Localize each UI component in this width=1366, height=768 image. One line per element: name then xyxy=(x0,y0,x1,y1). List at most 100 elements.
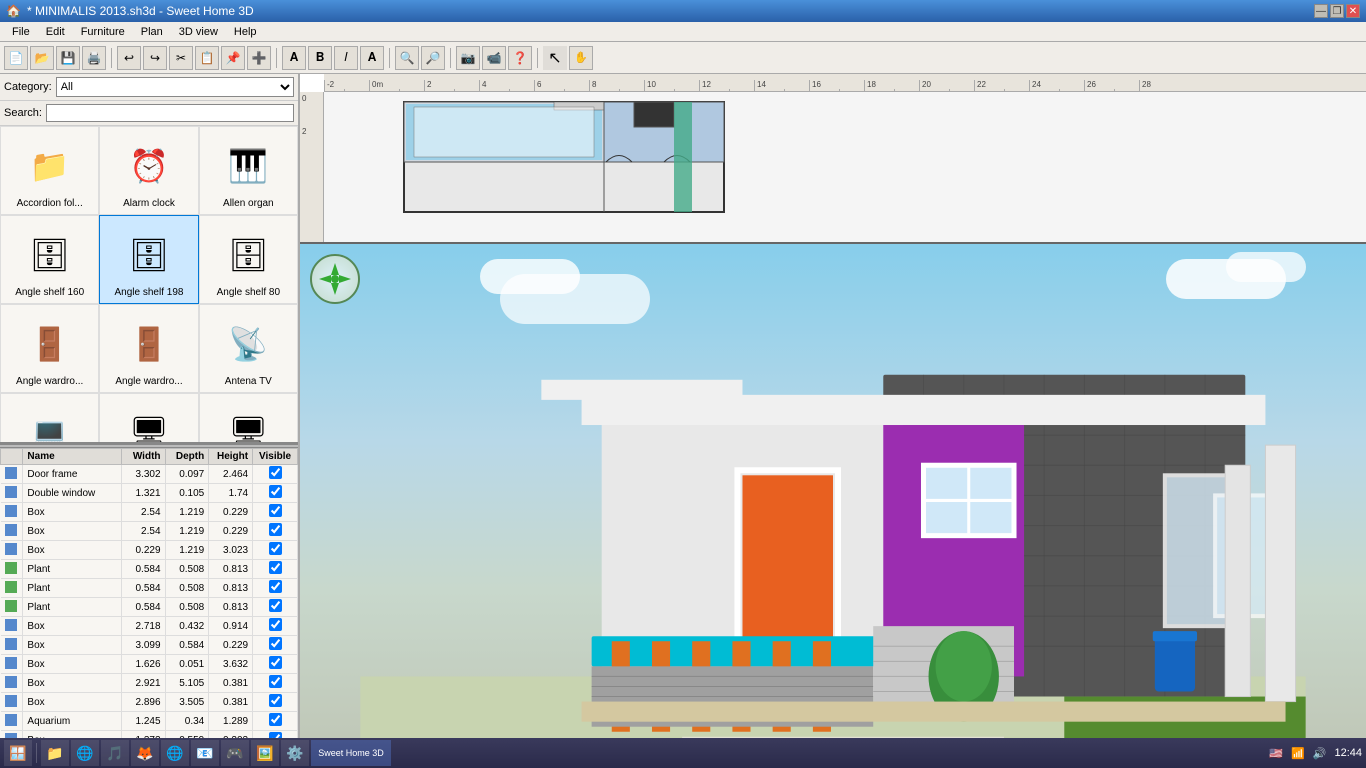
taskbar-sh3d[interactable]: Sweet Home 3D xyxy=(311,740,391,766)
table-row[interactable]: Box 3.099 0.584 0.229 xyxy=(1,636,298,655)
furniture-item[interactable]: 🗄Angle shelf 80 xyxy=(199,215,298,304)
zoom-out-button[interactable]: 🔎 xyxy=(421,46,445,70)
taskbar-media[interactable]: 🎵 xyxy=(101,740,129,766)
row-visible[interactable] xyxy=(253,579,298,598)
taskbar-game[interactable]: 🎮 xyxy=(221,740,249,766)
visibility-checkbox[interactable] xyxy=(269,485,282,498)
visibility-checkbox[interactable] xyxy=(269,504,282,517)
undo-button[interactable]: ↩ xyxy=(117,46,141,70)
table-row[interactable]: Plant 0.584 0.508 0.813 xyxy=(1,579,298,598)
taskbar-firefox[interactable]: 🦊 xyxy=(131,740,159,766)
minimize-button[interactable]: — xyxy=(1314,4,1328,18)
text-i[interactable]: 𝐼 xyxy=(334,46,358,70)
text-size[interactable]: 𝐀 xyxy=(360,46,384,70)
taskbar-settings[interactable]: ⚙️ xyxy=(281,740,309,766)
table-row[interactable]: Box 1.372 0.559 0.203 xyxy=(1,731,298,739)
table-row[interactable]: Box 1.626 0.051 3.632 xyxy=(1,655,298,674)
search-input[interactable] xyxy=(46,104,294,122)
help-button[interactable]: ❓ xyxy=(508,46,532,70)
taskbar-start[interactable]: 🪟 xyxy=(4,740,32,766)
furniture-item[interactable]: 💻Apple iBook xyxy=(0,393,99,442)
row-visible[interactable] xyxy=(253,712,298,731)
table-row[interactable]: Box 2.896 3.505 0.381 xyxy=(1,693,298,712)
row-visible[interactable] xyxy=(253,598,298,617)
plan-svg[interactable] xyxy=(324,92,1366,242)
visibility-checkbox[interactable] xyxy=(269,694,282,707)
furniture-item[interactable]: 🖥Apple iMac 19... xyxy=(99,393,198,442)
row-visible[interactable] xyxy=(253,522,298,541)
row-visible[interactable] xyxy=(253,484,298,503)
camera-button[interactable]: 📷 xyxy=(456,46,480,70)
row-visible[interactable] xyxy=(253,503,298,522)
table-row[interactable]: Plant 0.584 0.508 0.813 xyxy=(1,598,298,617)
row-visible[interactable] xyxy=(253,560,298,579)
plan-canvas[interactable] xyxy=(324,92,1366,242)
taskbar-image[interactable]: 🖼️ xyxy=(251,740,279,766)
furniture-item[interactable]: 🚪Angle wardro... xyxy=(0,304,99,393)
taskbar-email[interactable]: 📧 xyxy=(191,740,219,766)
table-row[interactable]: Box 2.921 5.105 0.381 xyxy=(1,674,298,693)
floor-plan[interactable]: -2 0m 2 4 6 8 10 12 14 16 18 xyxy=(300,74,1366,244)
taskbar-explorer[interactable]: 📁 xyxy=(41,740,69,766)
add-button[interactable]: ➕ xyxy=(247,46,271,70)
furniture-item[interactable]: 🎹Allen organ xyxy=(199,126,298,215)
visibility-checkbox[interactable] xyxy=(269,580,282,593)
visibility-checkbox[interactable] xyxy=(269,542,282,555)
table-row[interactable]: Aquarium 1.245 0.34 1.289 xyxy=(1,712,298,731)
cut-button[interactable]: ✂ xyxy=(169,46,193,70)
furniture-item[interactable]: 🗄Angle shelf 198 xyxy=(99,215,198,304)
visibility-checkbox[interactable] xyxy=(269,713,282,726)
redo-button[interactable]: ↪ xyxy=(143,46,167,70)
col-name[interactable]: Name xyxy=(23,449,121,465)
row-visible[interactable] xyxy=(253,693,298,712)
table-row[interactable]: Double window 1.321 0.105 1.74 xyxy=(1,484,298,503)
col-width[interactable]: Width xyxy=(121,449,165,465)
save-button[interactable]: 💾 xyxy=(56,46,80,70)
row-visible[interactable] xyxy=(253,655,298,674)
text-button[interactable]: 𝐀 xyxy=(282,46,306,70)
table-scroll[interactable]: Name Width Depth Height Visible Door fra… xyxy=(0,448,298,738)
taskbar-browser2[interactable]: 🌐 xyxy=(161,740,189,766)
zoom-in-button[interactable]: 🔍 xyxy=(395,46,419,70)
open-button[interactable]: 📂 xyxy=(30,46,54,70)
row-visible[interactable] xyxy=(253,465,298,484)
visibility-checkbox[interactable] xyxy=(269,523,282,536)
taskbar-browser1[interactable]: 🌐 xyxy=(71,740,99,766)
menu-furniture[interactable]: Furniture xyxy=(73,24,133,40)
menu-plan[interactable]: Plan xyxy=(133,24,171,40)
furniture-item[interactable]: 📡Antena TV xyxy=(199,304,298,393)
row-visible[interactable] xyxy=(253,541,298,560)
visibility-checkbox[interactable] xyxy=(269,618,282,631)
print-button[interactable]: 🖨️ xyxy=(82,46,106,70)
video-button[interactable]: 📹 xyxy=(482,46,506,70)
copy-button[interactable]: 📋 xyxy=(195,46,219,70)
furniture-item[interactable]: 🚪Angle wardro... xyxy=(99,304,198,393)
select-tool[interactable]: ↖ xyxy=(543,46,567,70)
visibility-checkbox[interactable] xyxy=(269,561,282,574)
nav-compass[interactable] xyxy=(310,254,360,304)
visibility-checkbox[interactable] xyxy=(269,675,282,688)
table-row[interactable]: Door frame 3.302 0.097 2.464 xyxy=(1,465,298,484)
col-visible[interactable]: Visible xyxy=(253,449,298,465)
close-button[interactable]: ✕ xyxy=(1346,4,1360,18)
paste-button[interactable]: 📌 xyxy=(221,46,245,70)
view3d[interactable] xyxy=(300,244,1366,738)
visibility-checkbox[interactable] xyxy=(269,637,282,650)
row-visible[interactable] xyxy=(253,674,298,693)
furniture-item[interactable]: 🗄Angle shelf 160 xyxy=(0,215,99,304)
visibility-checkbox[interactable] xyxy=(269,599,282,612)
menu-edit[interactable]: Edit xyxy=(38,24,73,40)
furniture-item[interactable]: 🖥Apple iMac 20... xyxy=(199,393,298,442)
visibility-checkbox[interactable] xyxy=(269,656,282,669)
table-row[interactable]: Box 0.229 1.219 3.023 xyxy=(1,541,298,560)
menu-3dview[interactable]: 3D view xyxy=(171,24,226,40)
menu-help[interactable]: Help xyxy=(226,24,265,40)
row-visible[interactable] xyxy=(253,636,298,655)
row-visible[interactable] xyxy=(253,617,298,636)
col-depth[interactable]: Depth xyxy=(165,449,209,465)
col-height[interactable]: Height xyxy=(209,449,253,465)
category-select[interactable]: All xyxy=(56,77,294,97)
table-row[interactable]: Box 2.718 0.432 0.914 xyxy=(1,617,298,636)
restore-button[interactable]: ❐ xyxy=(1330,4,1344,18)
new-button[interactable]: 📄 xyxy=(4,46,28,70)
